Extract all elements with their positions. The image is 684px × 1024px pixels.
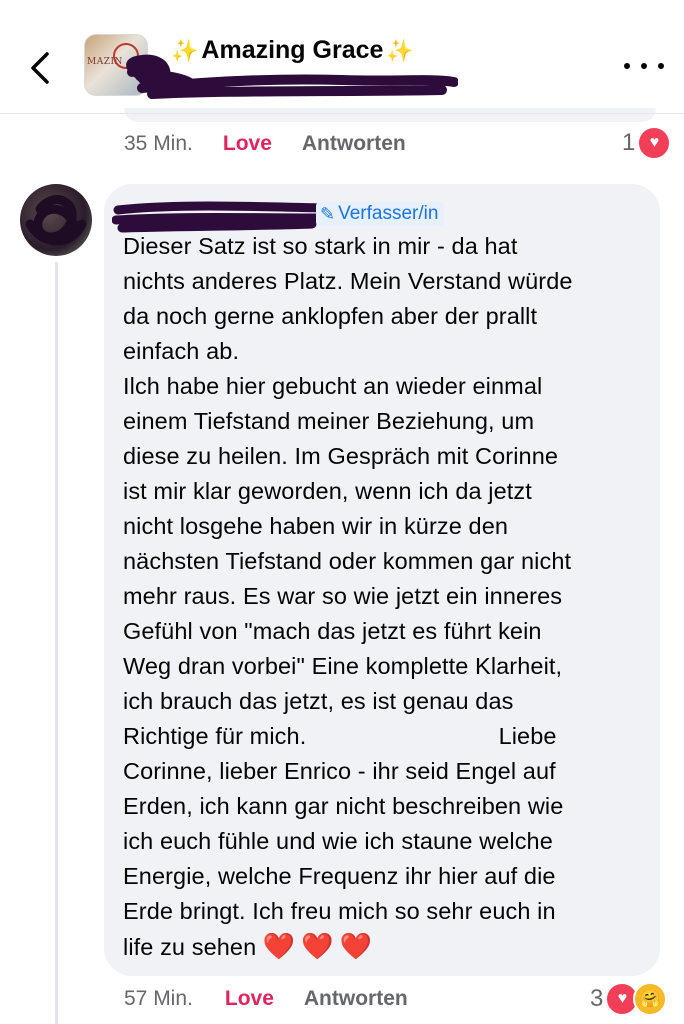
thread-line: [55, 262, 58, 1024]
reaction-summary[interactable]: 1 ♥: [622, 126, 672, 160]
love-button[interactable]: Love: [225, 987, 274, 1011]
dot: [641, 63, 647, 69]
heart-emojis: ❤️❤️❤️: [262, 931, 379, 961]
pencil-icon: ✎: [320, 203, 336, 224]
comment-time: 35 Min.: [124, 132, 193, 155]
love-button[interactable]: Love: [223, 132, 272, 156]
care-reaction-icon: 🤗: [633, 982, 668, 1016]
back-button[interactable]: [22, 46, 58, 90]
reaction-count: 1: [622, 129, 636, 156]
author-badge: ✎ Verfasser/in: [316, 202, 445, 226]
previous-comment-actions: 35 Min. Love Antworten: [124, 132, 406, 156]
love-reaction-icon: ♥: [637, 126, 672, 160]
more-options-button[interactable]: [624, 54, 664, 78]
comment-body: Dieser Satz ist so stark in mir - da hat…: [123, 233, 573, 960]
comment-time: 57 Min.: [124, 987, 193, 1010]
comment-actions: 57 Min. Love Antworten: [124, 987, 408, 1011]
author-badge-label: Verfasser/in: [338, 203, 439, 224]
avatar[interactable]: [20, 184, 92, 256]
dot: [624, 63, 630, 69]
dot: [658, 63, 664, 69]
reaction-count: 3: [590, 985, 604, 1012]
redaction-scribble: [126, 54, 458, 99]
reply-button[interactable]: Antworten: [302, 132, 406, 156]
comment-text: Dieser Satz ist so stark in mir - da hat…: [123, 229, 643, 965]
redaction-scribble: [25, 195, 87, 246]
chevron-left-icon: [31, 52, 49, 84]
previous-comment-bubble: [124, 108, 656, 122]
reply-button[interactable]: Antworten: [304, 987, 408, 1011]
header-bar: MAZIN ✨ Amazing Grace ✨: [0, 0, 684, 114]
header-divider: [0, 113, 684, 114]
reaction-summary[interactable]: 3 ♥ 🤗: [590, 982, 668, 1016]
